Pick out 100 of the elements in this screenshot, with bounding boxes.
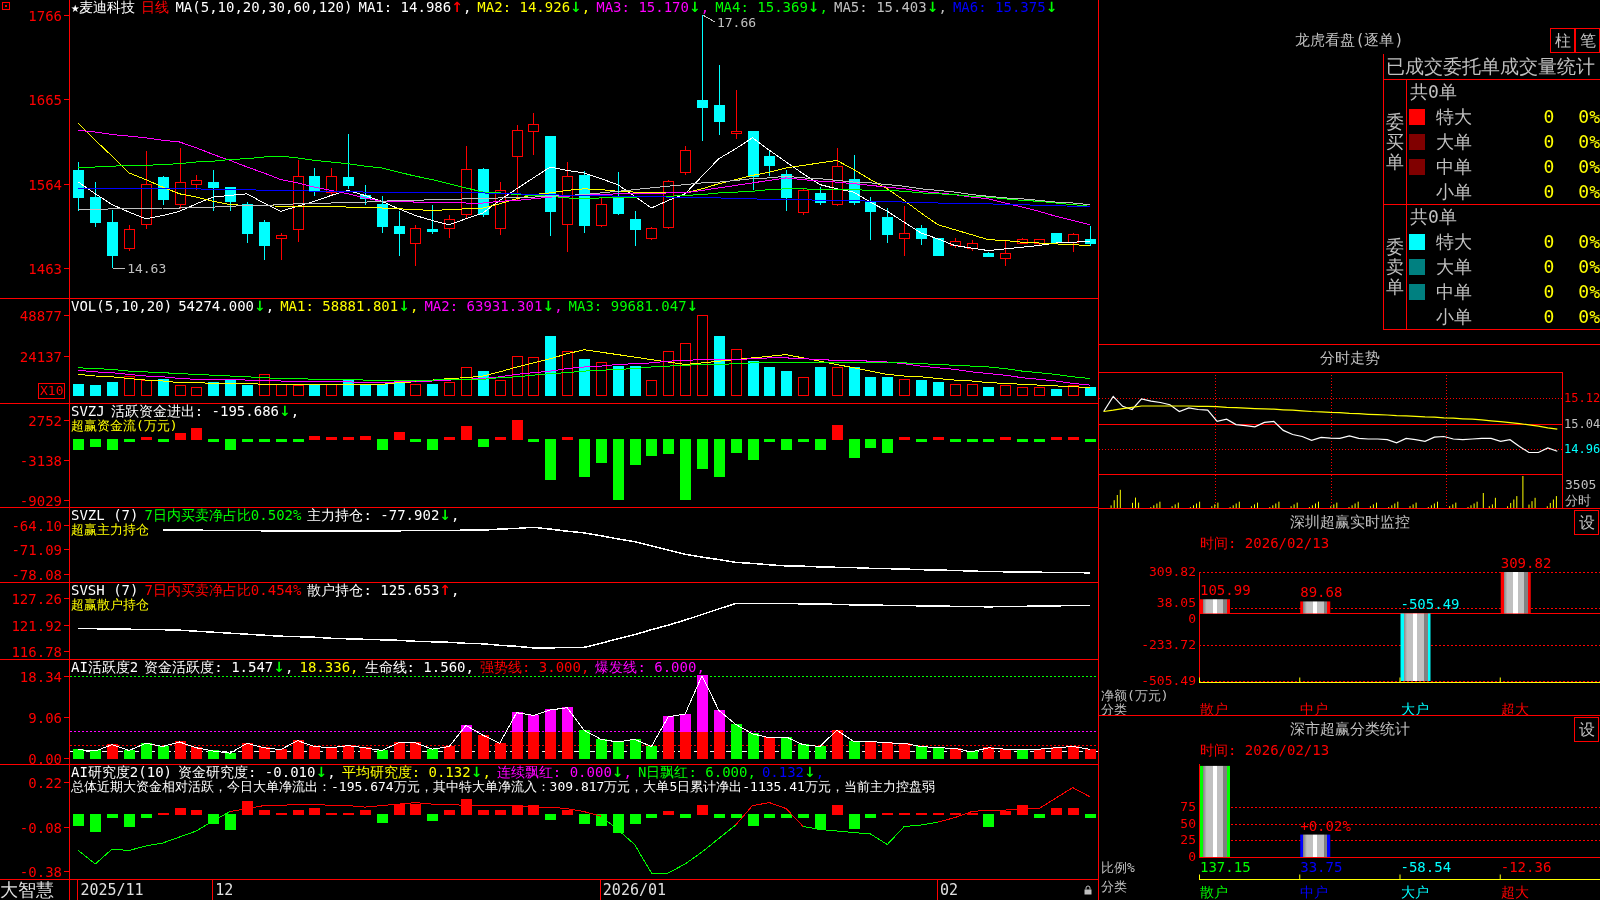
view-toggle-button[interactable]: 笔 [1575, 27, 1600, 53]
lock-icon[interactable] [1084, 885, 1092, 895]
bar [461, 367, 472, 397]
settings-button[interactable]: 设 [1574, 509, 1599, 535]
axis-title: 分类 [1101, 701, 1127, 715]
trend-arrow: ↓ [688, 0, 701, 15]
bar [90, 385, 101, 397]
axis-label: -71.09 [11, 541, 62, 558]
square-icon[interactable] [2, 2, 10, 10]
group-label: 委买单 [1386, 112, 1404, 172]
bar [343, 812, 354, 816]
bar [377, 438, 388, 450]
bar [225, 814, 236, 831]
bar [124, 750, 135, 759]
candle [579, 170, 590, 234]
bar [899, 742, 910, 759]
separator: , [462, 0, 472, 15]
candle [427, 204, 438, 235]
trend-arrow: ↓ [398, 299, 410, 314]
bar [73, 383, 84, 397]
panel-title: 龙虎看盘(逐单) [1295, 30, 1404, 50]
candle [326, 167, 337, 197]
bar [815, 745, 826, 759]
value-label: 105.99 [1200, 582, 1251, 599]
bar [377, 814, 388, 823]
bar [293, 809, 304, 816]
bar [1017, 387, 1028, 397]
candle [394, 210, 405, 257]
bar [697, 805, 708, 816]
candle [377, 195, 388, 234]
bar [495, 380, 506, 397]
bar [1400, 613, 1431, 681]
trend-arrow: ↓ [542, 299, 555, 314]
indicator-label: MA3: 15.170 [596, 0, 689, 15]
indicator-label: 活跃资金进出: -195.686 [110, 404, 279, 419]
volume-max-label: 3505 [1565, 477, 1597, 492]
value-label: 33.75 [1300, 859, 1343, 875]
bar [293, 385, 304, 397]
indicator-label: MA1: 58881.801 [280, 299, 399, 314]
candle [680, 145, 691, 176]
bar [967, 812, 978, 816]
bar [545, 730, 556, 759]
annotation: 17.66 [716, 15, 757, 31]
candle [663, 179, 674, 230]
bar [646, 438, 657, 456]
group-label: 委卖单 [1386, 237, 1404, 297]
bar [343, 437, 354, 440]
bar [1500, 572, 1531, 614]
bar [528, 357, 539, 397]
price-annotation: 14.63 [112, 261, 167, 277]
candle [208, 169, 219, 212]
axis-label: 75 [1180, 799, 1196, 815]
axis-label: -505.49 [1141, 673, 1196, 688]
bar [815, 438, 826, 450]
category-label: 大户 [1400, 700, 1429, 715]
bar [748, 438, 759, 460]
bar [596, 438, 607, 464]
candle [849, 154, 860, 206]
candle [73, 161, 84, 212]
bar [781, 370, 792, 397]
axis-label: 24137 [19, 348, 62, 365]
value-label: -12.36 [1500, 859, 1552, 875]
bar [714, 730, 725, 759]
bar [360, 435, 371, 440]
bar [1068, 808, 1079, 816]
candle [748, 131, 759, 191]
bar [933, 382, 944, 397]
bar [630, 365, 641, 397]
bar [208, 382, 219, 397]
order-count: 0 [1542, 131, 1556, 152]
bar [326, 437, 337, 440]
candle [916, 224, 927, 246]
indicator-label: 资金活跃度: 1.547 [144, 660, 274, 675]
bar [1068, 437, 1079, 440]
bar [191, 809, 202, 816]
bar [326, 383, 337, 397]
bar [967, 438, 978, 442]
bar [714, 814, 725, 819]
settings-button[interactable]: 设 [1574, 716, 1599, 742]
price-annotation: 17.66 [702, 14, 757, 31]
view-toggle-button[interactable]: 柱 [1550, 27, 1575, 53]
bar [933, 812, 944, 816]
bar [360, 747, 371, 759]
order-percent: 0% [1578, 156, 1600, 177]
axis-label: 25 [1180, 832, 1196, 848]
bar [933, 747, 944, 759]
indicator-label: N日飘红: 6.000 [638, 765, 748, 780]
bar [950, 747, 961, 759]
trend-arrow: ↓ [804, 765, 816, 780]
bar [815, 367, 826, 397]
order-count: 0 [1542, 181, 1556, 202]
order-count: 0 [1542, 256, 1556, 277]
bar [90, 750, 101, 759]
order-percent: 0% [1578, 281, 1600, 302]
bar [916, 812, 927, 816]
bar [663, 811, 674, 816]
trend-arrow: ↓ [273, 660, 286, 675]
bar [983, 747, 994, 759]
bar [1017, 438, 1028, 442]
axis-label: -233.72 [1141, 636, 1196, 652]
